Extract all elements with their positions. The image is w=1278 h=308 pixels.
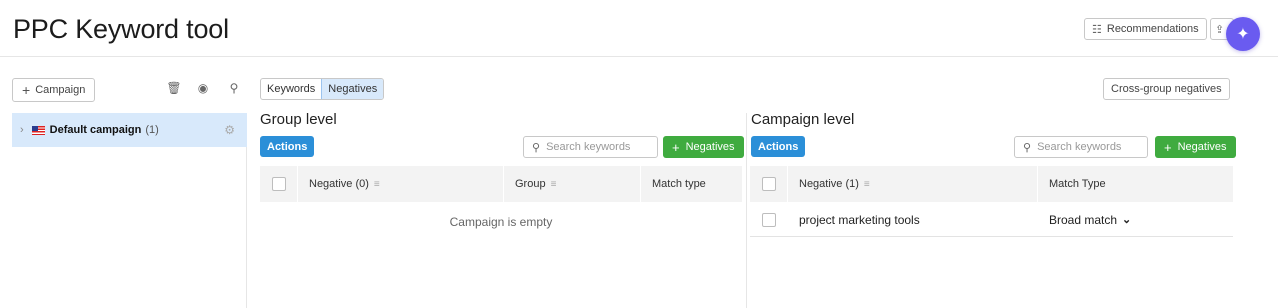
page-title: PPC Keyword tool	[13, 14, 229, 44]
select-all-checkbox[interactable]	[272, 177, 286, 191]
column-match-label: Match Type	[1049, 178, 1106, 190]
empty-state-text: Campaign is empty	[449, 215, 553, 229]
column-negative[interactable]: Negative (1) ≡	[787, 166, 870, 202]
us-flag-icon	[31, 125, 45, 135]
gear-icon[interactable]: ⚙	[224, 123, 235, 137]
campaign-search-input[interactable]: ⚲ Search keywords	[1014, 136, 1148, 158]
cross-group-negatives-button[interactable]: Cross-group negatives	[1103, 78, 1230, 100]
column-negative-label: Negative (1)	[799, 178, 859, 190]
column-match-type[interactable]: Match Type	[1037, 166, 1106, 202]
column-match-type[interactable]: Match type	[640, 166, 706, 202]
plus-icon: +	[22, 82, 31, 98]
campaign-table-header: Negative (1) ≡ Match Type	[750, 166, 1233, 202]
group-search-input[interactable]: ⚲ Search keywords	[523, 136, 658, 158]
header-divider	[0, 56, 1278, 57]
view-toggle: Keywords Negatives	[260, 78, 385, 100]
campaign-actions-button[interactable]: Actions	[751, 136, 806, 157]
campaign-name: Default campaign	[49, 124, 142, 136]
group-add-negatives-button[interactable]: + Negatives	[663, 136, 744, 158]
search-icon: ⚲	[1023, 141, 1032, 154]
group-level-title: Group level	[260, 111, 337, 128]
row-checkbox-cell	[762, 202, 776, 237]
recommendations-icon: ☷	[1092, 23, 1102, 36]
campaign-add-negatives-button[interactable]: + Negatives	[1155, 136, 1236, 158]
column-match-label: Match type	[652, 178, 706, 190]
match-type-value: Broad match	[1049, 212, 1118, 227]
filter-icon: ≡	[550, 178, 557, 190]
campaign-level-title: Campaign level	[751, 111, 855, 128]
plus-icon: +	[1164, 139, 1172, 155]
sort-icon: ≡	[373, 178, 380, 190]
group-add-label: Negatives	[685, 141, 735, 153]
tab-negatives[interactable]: Negatives	[321, 79, 384, 99]
column-group[interactable]: Group ≡	[503, 166, 556, 202]
panel-divider	[746, 113, 747, 308]
add-campaign-button[interactable]: + Campaign	[12, 78, 96, 102]
recommendations-label: Recommendations	[1106, 23, 1199, 35]
select-all-cell	[750, 166, 776, 202]
group-actions-button[interactable]: Actions	[260, 136, 315, 157]
search-icon: ⚲	[532, 141, 541, 154]
column-negative[interactable]: Negative (0) ≡	[297, 166, 380, 202]
column-negative-label: Negative (0)	[309, 178, 369, 190]
chevron-down-icon: ⌄	[1122, 214, 1132, 226]
trash-icon[interactable]: 🗑	[166, 81, 182, 95]
group-search-placeholder: Search keywords	[546, 141, 631, 153]
upload-icon: ⇪	[1215, 23, 1225, 36]
group-table-header: Negative (0) ≡ Group ≡ Match type	[260, 166, 742, 202]
add-campaign-label: Campaign	[35, 84, 86, 96]
row-checkbox[interactable]	[762, 212, 776, 227]
select-all-checkbox[interactable]	[762, 177, 776, 191]
tab-keywords[interactable]: Keywords	[261, 79, 321, 99]
sort-icon: ≡	[863, 178, 870, 190]
plus-icon: +	[672, 139, 680, 155]
chevron-right-icon[interactable]: ›	[20, 124, 24, 136]
sparkle-icon: ✦	[1236, 26, 1250, 43]
campaign-add-label: Negatives	[1177, 141, 1227, 153]
select-all-cell	[260, 166, 286, 202]
campaign-search-placeholder: Search keywords	[1037, 141, 1122, 153]
eye-icon[interactable]: ◉	[195, 81, 211, 95]
keyword-cell: project marketing tools	[799, 212, 920, 227]
campaign-count: (1)	[145, 124, 159, 136]
table-row[interactable]: project marketing tools Broad match ⌄	[750, 202, 1233, 237]
recommendations-button[interactable]: ☷ Recommendations	[1084, 18, 1207, 40]
match-type-dropdown[interactable]: Broad match ⌄	[1049, 202, 1131, 237]
column-group-label: Group	[515, 178, 546, 190]
search-icon[interactable]: ⚲	[226, 81, 242, 95]
campaign-row-default[interactable]: › Default campaign (1) ⚙	[12, 113, 247, 147]
ai-assistant-button[interactable]: ✦	[1226, 17, 1260, 51]
